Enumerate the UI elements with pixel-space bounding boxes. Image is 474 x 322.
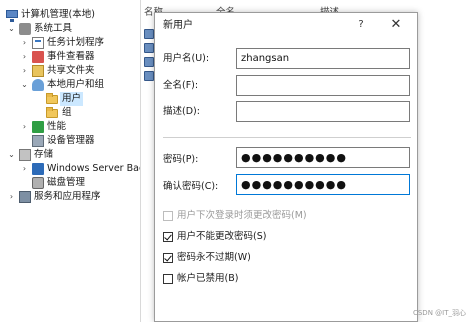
storage-icon: [19, 149, 31, 161]
close-button[interactable]: ✕: [381, 16, 411, 34]
tree-item-device-manager[interactable]: 设备管理器: [0, 134, 140, 148]
navigation-tree: 计算机管理(本地) ⌄ 系统工具 › 任务计划程序 › 事件查看器 › 共享文件…: [0, 0, 141, 322]
tree-item-users[interactable]: 用户: [0, 92, 140, 106]
user-row-icon[interactable]: [144, 71, 154, 81]
description-label: 描述(D):: [163, 106, 200, 117]
password-never-expires-checkbox[interactable]: 密码永不过期(W): [163, 251, 403, 265]
tree-item-computer-management[interactable]: 计算机管理(本地): [0, 8, 140, 22]
tree-item-local-users-groups[interactable]: ⌄ 本地用户和组: [0, 78, 140, 92]
collapse-chevron-icon[interactable]: ⌄: [7, 148, 16, 162]
tree-item-disk-management[interactable]: 磁盘管理: [0, 176, 140, 190]
users-groups-icon: [32, 79, 44, 91]
must-change-password-checkbox[interactable]: 用户下次登录时须更改密码(M): [163, 209, 403, 223]
help-button[interactable]: ?: [349, 16, 373, 34]
tree-item-event-viewer[interactable]: › 事件查看器: [0, 50, 140, 64]
password-field[interactable]: ●●●●●●●●●●: [236, 147, 410, 168]
services-icon: [19, 191, 31, 203]
expand-chevron-icon[interactable]: ›: [7, 190, 16, 204]
user-row-icon[interactable]: [144, 29, 154, 39]
user-row-icon[interactable]: [144, 57, 154, 67]
expand-chevron-icon[interactable]: ›: [20, 64, 29, 78]
tree-item-system-tools[interactable]: ⌄ 系统工具: [0, 22, 140, 36]
checkbox-box[interactable]: [163, 211, 173, 221]
tree-item-performance[interactable]: › 性能: [0, 120, 140, 134]
fullname-label: 全名(F):: [163, 80, 199, 91]
description-field[interactable]: [236, 101, 410, 122]
confirm-password-field[interactable]: ●●●●●●●●●●: [236, 174, 410, 195]
expand-chevron-icon[interactable]: ›: [20, 162, 29, 176]
task-scheduler-icon: [32, 37, 44, 49]
tree-item-windows-server-backup[interactable]: › Windows Server Back: [0, 162, 140, 176]
username-field[interactable]: zhangsan: [236, 48, 410, 69]
expand-chevron-icon[interactable]: ›: [20, 120, 29, 134]
cannot-change-password-checkbox[interactable]: 用户不能更改密码(S): [163, 230, 403, 244]
collapse-chevron-icon[interactable]: ⌄: [20, 78, 29, 92]
username-label: 用户名(U):: [163, 53, 210, 64]
checkbox-checked-icon[interactable]: [163, 232, 173, 242]
expand-chevron-icon[interactable]: ⌄: [7, 22, 16, 36]
shared-folder-icon: [32, 65, 44, 77]
disk-icon: [32, 177, 44, 189]
user-row-icon[interactable]: [144, 43, 154, 53]
tree-item-storage[interactable]: ⌄ 存储: [0, 148, 140, 162]
folder-icon: [46, 93, 58, 104]
divider: [163, 137, 411, 138]
watermark: CSDN @IT_羽心: [412, 309, 466, 317]
expand-chevron-icon[interactable]: ›: [20, 36, 29, 50]
fullname-field[interactable]: [236, 75, 410, 96]
folder-icon: [46, 107, 58, 118]
tree-item-shared-folders[interactable]: › 共享文件夹: [0, 64, 140, 78]
tools-icon: [19, 23, 31, 35]
dialog-title: 新用户: [163, 20, 193, 31]
device-manager-icon: [32, 135, 44, 147]
tree-item-task-scheduler[interactable]: › 任务计划程序: [0, 36, 140, 50]
password-label: 密码(P):: [163, 154, 199, 165]
windows-backup-icon: [32, 163, 44, 175]
new-user-dialog: 新用户 ? ✕ 用户名(U): zhangsan 全名(F): 描述(D): 密…: [154, 12, 418, 322]
tree-item-services-applications[interactable]: › 服务和应用程序: [0, 190, 140, 204]
computer-icon: [6, 10, 18, 22]
checkbox-box[interactable]: [163, 274, 173, 284]
event-viewer-icon: [32, 51, 44, 63]
account-disabled-checkbox[interactable]: 帐户已禁用(B): [163, 272, 403, 286]
expand-chevron-icon[interactable]: ›: [20, 50, 29, 64]
tree-item-groups[interactable]: 组: [0, 106, 140, 120]
performance-icon: [32, 121, 44, 133]
confirm-password-label: 确认密码(C):: [163, 181, 219, 192]
checkbox-checked-icon[interactable]: [163, 253, 173, 263]
